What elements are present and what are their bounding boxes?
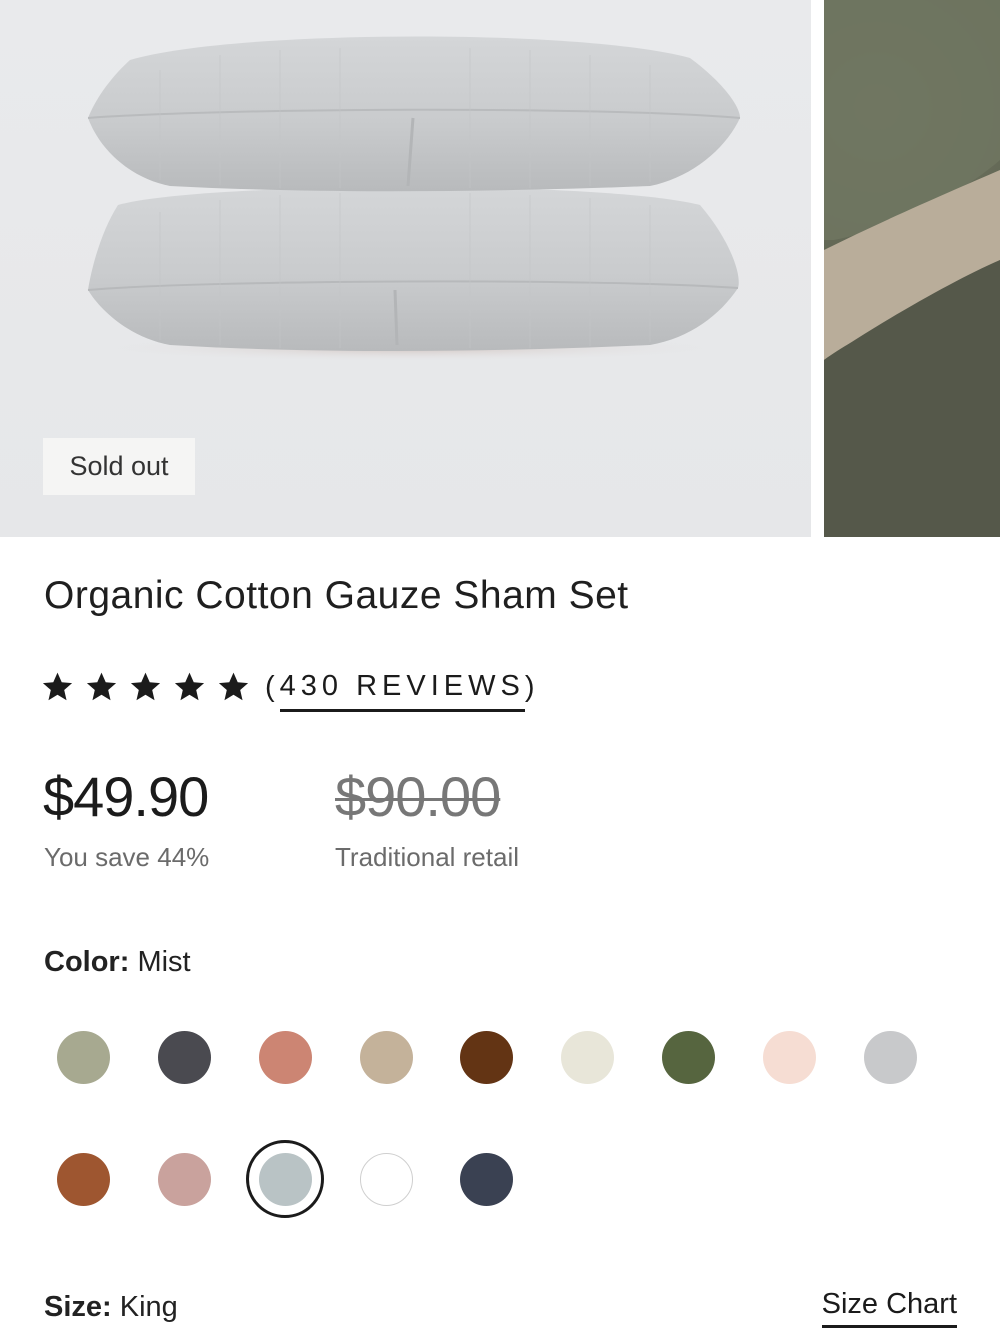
color-swatch[interactable]: [460, 1031, 513, 1084]
color-swatch[interactable]: [158, 1031, 211, 1084]
product-image-main[interactable]: Sold out: [0, 0, 811, 537]
reviews-link[interactable]: (430 REVIEWS): [265, 662, 540, 712]
size-label-key: Size:: [44, 1291, 112, 1323]
color-swatch[interactable]: [864, 1031, 917, 1084]
color-swatch-selected[interactable]: [259, 1153, 312, 1206]
size-selected-value: King: [119, 1291, 178, 1323]
color-swatch[interactable]: [561, 1031, 614, 1084]
color-swatch[interactable]: [57, 1031, 110, 1084]
size-chart-link[interactable]: Size Chart: [821, 1288, 957, 1328]
star-icon: [130, 672, 161, 700]
savings-note: You save 44%: [44, 842, 210, 872]
bedding-image: [824, 0, 1000, 537]
reviews-open-paren: (: [265, 670, 280, 703]
color-label-key: Color:: [44, 946, 130, 978]
product-image-next[interactable]: [824, 0, 1000, 537]
color-swatch[interactable]: [259, 1031, 312, 1084]
color-swatch[interactable]: [360, 1031, 413, 1084]
product-image-gallery[interactable]: Sold out: [0, 0, 1000, 537]
color-selected-value: Mist: [137, 946, 191, 978]
color-swatch[interactable]: [662, 1031, 715, 1084]
original-price: $90.00: [335, 765, 501, 828]
current-price: $49.90: [43, 765, 209, 828]
original-price-note: Traditional retail: [335, 842, 520, 872]
color-swatch[interactable]: [460, 1153, 513, 1206]
product-rating: (430 REVIEWS): [40, 662, 540, 712]
star-icon: [42, 672, 73, 700]
size-label: Size: King: [44, 1291, 178, 1324]
product-title: Organic Cotton Gauze Sham Set: [44, 574, 629, 617]
color-swatch[interactable]: [57, 1153, 110, 1206]
star-icon: [218, 672, 249, 700]
reviews-count[interactable]: 430 REVIEWS: [279, 670, 525, 712]
color-label: Color: Mist: [44, 946, 191, 979]
star-icon: [86, 672, 117, 700]
color-swatch[interactable]: [360, 1153, 413, 1206]
color-swatch[interactable]: [158, 1153, 211, 1206]
star-icon: [174, 672, 205, 700]
sold-out-badge: Sold out: [43, 438, 195, 495]
rating-stars: [40, 670, 251, 705]
color-swatch[interactable]: [763, 1031, 816, 1084]
reviews-close-paren: ): [524, 670, 540, 703]
